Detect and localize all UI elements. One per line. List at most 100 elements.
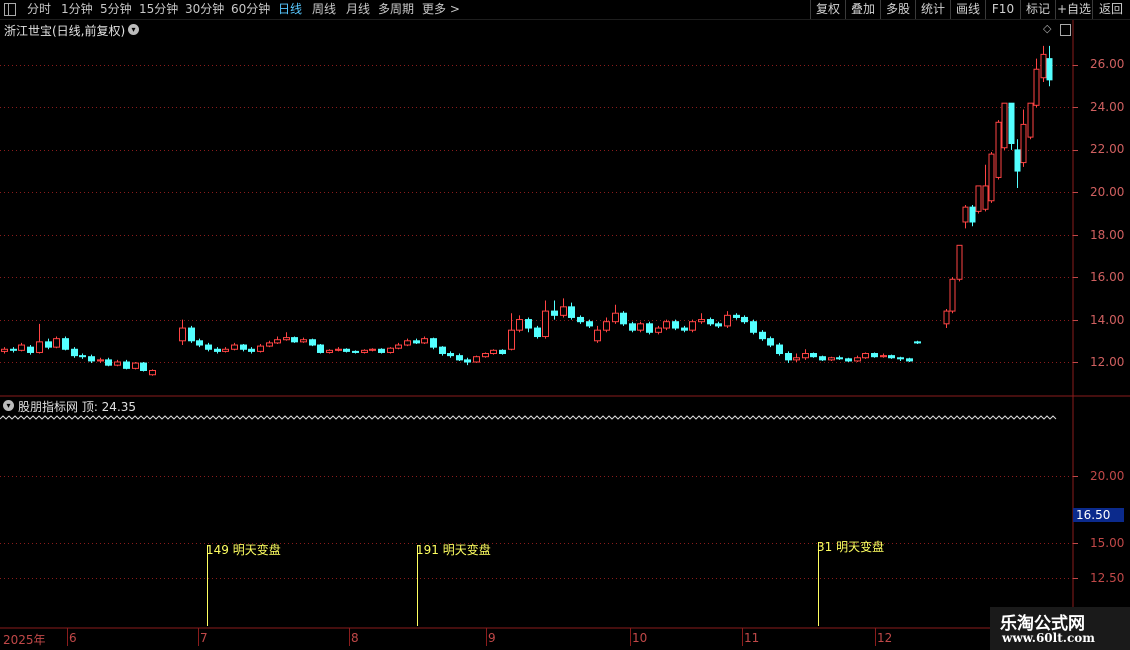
- candle-body: [179, 327, 186, 342]
- candle-body: [995, 121, 1002, 178]
- candle-body: [343, 348, 350, 352]
- candle-body: [378, 348, 385, 353]
- candle-body: [439, 346, 446, 355]
- candle-body: [36, 341, 43, 353]
- x-axis-label: 11: [744, 631, 760, 645]
- x-axis-label: 2025年: [3, 633, 46, 647]
- candle-body: [560, 306, 567, 316]
- candle-body: [140, 362, 147, 371]
- candle-body: [231, 344, 238, 350]
- candle-body: [750, 321, 757, 333]
- candle-body: [369, 348, 376, 351]
- panel-toggle-icon[interactable]: [1060, 24, 1071, 36]
- candle-body: [188, 327, 195, 342]
- candle-body: [793, 357, 800, 361]
- candle-body: [888, 355, 895, 359]
- candle-body: [962, 206, 969, 223]
- candle-body: [45, 341, 52, 348]
- candle-body: [18, 344, 25, 351]
- indicator-top-line: [0, 415, 1057, 420]
- candle-body: [897, 357, 904, 360]
- candle-body: [421, 338, 428, 344]
- candle-body: [71, 348, 78, 357]
- candle-body: [577, 316, 584, 323]
- watermark: 乐淘公式网 www.60lt.com: [990, 607, 1130, 650]
- candle-body: [542, 310, 549, 338]
- candle-body: [387, 347, 394, 353]
- candle-body: [871, 353, 878, 358]
- candle-body: [707, 319, 714, 325]
- candle-body: [395, 344, 402, 349]
- candle-body: [810, 353, 817, 358]
- candle-body: [326, 349, 333, 353]
- candle-body: [447, 353, 454, 357]
- y-tick-label: 26.00: [1090, 57, 1125, 71]
- candle-body: [27, 346, 34, 353]
- candle-body: [525, 319, 532, 329]
- candle-body: [655, 327, 662, 333]
- indicator-y-tick: 20.00: [1090, 469, 1125, 483]
- candle-body: [819, 356, 826, 361]
- candle-body: [568, 306, 575, 318]
- candle-body: [490, 349, 497, 355]
- indicator-title: 股朋指标网 顶: 24.35: [18, 400, 137, 414]
- y-tick-label: 22.00: [1090, 142, 1125, 156]
- candle-body: [274, 339, 281, 344]
- candle-body: [352, 350, 359, 353]
- candle-body: [646, 323, 653, 333]
- candle-body: [300, 339, 307, 343]
- candle-body: [672, 321, 679, 329]
- candle-body: [149, 369, 156, 376]
- candle-body: [759, 331, 766, 340]
- candle-body: [1046, 58, 1053, 81]
- candle-body: [1, 348, 8, 352]
- y-tick-label: 14.00: [1090, 313, 1125, 327]
- candle-body: [733, 314, 740, 318]
- candle-body: [969, 206, 976, 223]
- candle-body: [767, 338, 774, 346]
- y-tick-label: 20.00: [1090, 185, 1125, 199]
- candle-body: [914, 341, 921, 344]
- candle-body: [114, 361, 121, 366]
- candle-body: [1001, 102, 1008, 149]
- candle-body: [1033, 68, 1040, 106]
- candle-body: [508, 329, 515, 350]
- candle-body: [404, 340, 411, 346]
- candle-body: [132, 362, 139, 369]
- candle-body: [1020, 123, 1027, 164]
- candle-body: [586, 321, 593, 327]
- candle-body: [1008, 102, 1015, 144]
- candle-body: [802, 353, 809, 359]
- candle-body: [943, 310, 950, 325]
- candle-body: [988, 153, 995, 202]
- candle-body: [603, 321, 610, 331]
- candle-body: [248, 348, 255, 352]
- candle-body: [283, 337, 290, 341]
- signal-label: 31 明天变盘: [817, 540, 885, 554]
- x-axis-label: 9: [488, 631, 496, 645]
- candle-body: [836, 357, 843, 360]
- chart-canvas[interactable]: [0, 0, 1130, 650]
- diamond-icon[interactable]: ◇: [1043, 22, 1051, 35]
- candle-body: [361, 349, 368, 353]
- chevron-down-icon[interactable]: ▾: [128, 24, 139, 35]
- x-axis-label: 10: [632, 631, 648, 645]
- candle-body: [79, 355, 86, 358]
- indicator-y-tick: 12.50: [1090, 571, 1125, 585]
- candle-body: [741, 316, 748, 323]
- main-chart-title: 浙江世宝(日线,前复权): [4, 24, 126, 38]
- candle-body: [266, 342, 273, 347]
- candle-body: [663, 321, 670, 329]
- candle-body: [776, 344, 783, 355]
- candle-body: [105, 359, 112, 366]
- x-axis-label: 7: [200, 631, 208, 645]
- candle-body: [413, 340, 420, 344]
- candle-body: [196, 340, 203, 346]
- candle-body: [906, 358, 913, 362]
- candle-body: [430, 338, 437, 348]
- indicator-y-tick: 15.00: [1090, 536, 1125, 550]
- indicator-collapse-icon[interactable]: ▾: [3, 400, 14, 411]
- candle-body: [612, 312, 619, 323]
- candle-body: [975, 185, 982, 212]
- candle-body: [88, 356, 95, 362]
